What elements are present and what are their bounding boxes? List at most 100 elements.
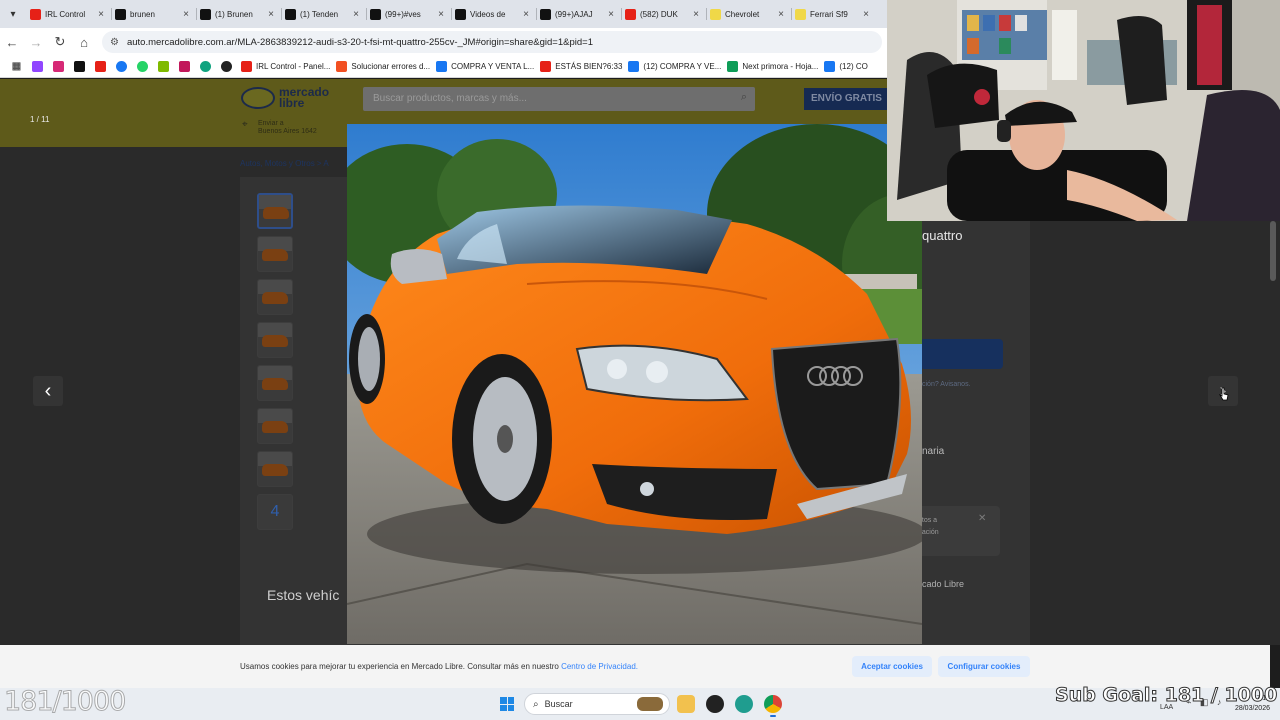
url-text: auto.mercadolibre.com.ar/MLA-2863839212-… xyxy=(126,36,593,48)
tab-label: Ferrari Sf9 xyxy=(810,9,848,19)
thumbnail-5[interactable] xyxy=(257,365,293,401)
back-icon[interactable]: ← xyxy=(0,35,24,50)
browser-tab[interactable]: (1) Brunen × xyxy=(196,3,281,25)
chatgpt-icon[interactable] xyxy=(200,61,211,72)
section-heading: naria xyxy=(922,446,945,457)
apps-icon[interactable]: ▦ xyxy=(11,61,22,72)
search-input[interactable]: Buscar productos, marcas y más... ⌕ xyxy=(363,87,755,111)
url-field[interactable]: ⚙ auto.mercadolibre.com.ar/MLA-286383921… xyxy=(102,31,882,53)
tiktok-icon xyxy=(370,8,381,20)
browser-tab[interactable]: Videos de × xyxy=(451,3,536,25)
tab-close-icon[interactable]: × xyxy=(180,9,192,20)
app-icon[interactable] xyxy=(706,695,724,713)
search-icon: ⌕ xyxy=(533,698,539,710)
tab-close-icon[interactable]: × xyxy=(435,9,447,20)
bookmark-label: Solucionar errores d... xyxy=(351,62,431,71)
reload-icon[interactable]: ↻ xyxy=(48,34,72,50)
browser-tab[interactable]: (99+)#ves × xyxy=(366,3,451,25)
bookmark-item[interactable]: IRL Control - Panel... xyxy=(241,61,330,72)
thumbnail-4[interactable] xyxy=(257,322,293,358)
tab-close-icon[interactable]: × xyxy=(605,9,617,20)
configure-cookies-button[interactable]: Configurar cookies xyxy=(938,656,1030,677)
tab-close-icon[interactable]: × xyxy=(860,9,872,20)
site-info-icon[interactable]: ⚙ xyxy=(110,37,119,48)
browser-tab[interactable]: IRL Control × xyxy=(26,3,111,25)
tab-label: (1) Tenden xyxy=(300,9,339,19)
file-explorer-icon[interactable] xyxy=(677,695,695,713)
facebook-icon xyxy=(436,61,448,72)
sub-goal-overlay: Sub Goal: 181 / 1000 xyxy=(1054,684,1278,707)
tab-label: IRL Control xyxy=(45,9,86,19)
github-icon[interactable] xyxy=(221,61,232,72)
browser-tab[interactable]: (99+)AJAJ × xyxy=(536,3,621,25)
facebook-icon xyxy=(824,61,836,72)
taskbar-search-label: Buscar xyxy=(544,699,573,709)
bookmark-label: Next primora - Hoja... xyxy=(742,62,819,71)
windows-start-icon[interactable] xyxy=(500,697,514,711)
browser-tab[interactable]: (582) DUK × xyxy=(621,3,706,25)
tab-search-button[interactable]: ▾ xyxy=(0,0,26,28)
browser-tab[interactable]: brunen × xyxy=(111,3,196,25)
bookmark-item[interactable]: Solucionar errores d... xyxy=(336,61,430,72)
contact-button[interactable] xyxy=(920,339,1003,369)
bookmark-label: COMPRA Y VENTA L... xyxy=(451,62,535,71)
tab-close-icon[interactable]: × xyxy=(95,9,107,20)
tab-close-icon[interactable]: × xyxy=(265,9,277,20)
tab-close-icon[interactable]: × xyxy=(520,9,532,20)
mercadolibre-logo[interactable]: mercado libre xyxy=(241,86,339,109)
thumbnail-2[interactable] xyxy=(257,236,293,272)
breadcrumb[interactable]: Autos, Motos y Otros > A xyxy=(240,159,329,168)
bookmark-item[interactable]: COMPRA Y VENTA L... xyxy=(436,61,534,72)
youtube-icon[interactable] xyxy=(95,61,106,72)
main-product-photo[interactable] xyxy=(347,124,922,644)
bookmark-item[interactable]: (12) CO xyxy=(824,61,868,72)
sheets-icon xyxy=(727,61,739,72)
tab-label: (99+)AJAJ xyxy=(555,9,593,19)
envio-banner[interactable]: ENVÍO GRATIS xyxy=(804,88,894,110)
footer-link[interactable]: cado Libre xyxy=(922,579,964,589)
search-highlight-icon xyxy=(637,697,663,711)
location-pin-icon: ⌖ xyxy=(242,119,248,130)
taskbar-search[interactable]: ⌕ Buscar xyxy=(524,693,670,715)
thumbnail-list: 4 xyxy=(257,193,293,537)
close-icon[interactable]: ✕ xyxy=(978,513,986,524)
forward-icon[interactable]: → xyxy=(24,35,48,50)
privacy-center-link[interactable]: Centro de Privacidad. xyxy=(561,662,638,671)
prev-image-button[interactable]: ‹ xyxy=(33,376,63,406)
bookmark-label: (12) CO xyxy=(839,62,868,71)
thumbnail-6[interactable] xyxy=(257,408,293,444)
youtube-icon xyxy=(625,8,636,20)
whatsapp-icon[interactable] xyxy=(137,61,148,72)
gallery-icon[interactable] xyxy=(179,61,190,72)
report-link[interactable]: ción? Avisanos. xyxy=(922,381,971,388)
home-icon[interactable]: ⌂ xyxy=(72,35,96,50)
tiktok-icon xyxy=(540,8,551,20)
tab-close-icon[interactable]: × xyxy=(690,9,702,20)
scrollbar-thumb[interactable] xyxy=(1270,221,1276,281)
instagram-icon[interactable] xyxy=(53,61,64,72)
tab-label: (1) Brunen xyxy=(215,9,253,19)
youtube-icon xyxy=(241,61,252,72)
microsoft-icon[interactable] xyxy=(158,61,169,72)
more-photos-button[interactable]: 4 xyxy=(257,494,293,530)
edge-icon[interactable] xyxy=(735,695,753,713)
search-icon[interactable]: ⌕ xyxy=(741,91,747,104)
browser-tab[interactable]: Chevrolet × xyxy=(706,3,791,25)
location-selector[interactable]: Enviar a Buenos Aires 1642 xyxy=(258,120,317,136)
twitch-icon[interactable] xyxy=(32,61,43,72)
thumbnail-3[interactable] xyxy=(257,279,293,315)
youtube-icon xyxy=(540,61,552,72)
bookmark-item[interactable]: (12) COMPRA Y VE... xyxy=(628,61,721,72)
chrome-icon[interactable] xyxy=(764,695,782,717)
tab-close-icon[interactable]: × xyxy=(775,9,787,20)
browser-tab[interactable]: Ferrari Sf9 × xyxy=(791,3,876,25)
accept-cookies-button[interactable]: Aceptar cookies xyxy=(852,656,932,677)
x-icon[interactable] xyxy=(74,61,85,72)
browser-tab[interactable]: (1) Tenden × xyxy=(281,3,366,25)
thumbnail-1[interactable] xyxy=(257,193,293,229)
facebook-icon[interactable] xyxy=(116,61,127,72)
tab-close-icon[interactable]: × xyxy=(350,9,362,20)
bookmark-item[interactable]: Next primora - Hoja... xyxy=(727,61,818,72)
thumbnail-7[interactable] xyxy=(257,451,293,487)
bookmark-item[interactable]: ESTÁS BIEN?6:33 xyxy=(540,61,622,72)
